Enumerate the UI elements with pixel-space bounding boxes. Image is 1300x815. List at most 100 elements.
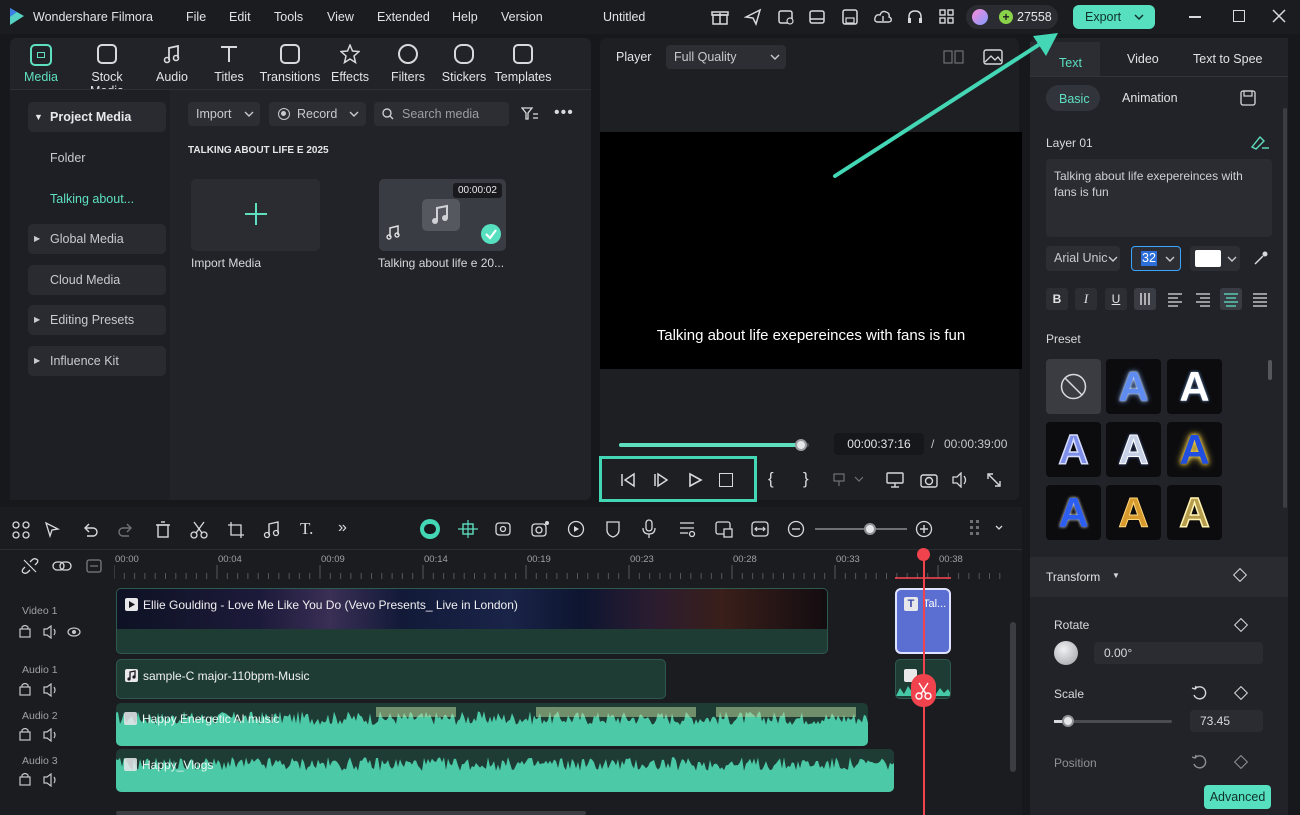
ai-mate-icon[interactable] bbox=[420, 519, 440, 539]
preset-white-outline[interactable]: A bbox=[1167, 359, 1222, 414]
minimize-icon[interactable] bbox=[1189, 16, 1201, 18]
menu-edit[interactable]: Edit bbox=[229, 10, 251, 24]
previous-frame-icon[interactable] bbox=[620, 472, 636, 488]
preset-gold-glow[interactable]: A bbox=[1167, 422, 1222, 477]
rotate-keyframe-icon[interactable] bbox=[1233, 617, 1249, 633]
scale-slider-handle[interactable] bbox=[1062, 715, 1075, 727]
next-frame-icon[interactable] bbox=[653, 472, 669, 488]
text-color-picker[interactable] bbox=[1190, 246, 1240, 271]
tab-text-to-speech[interactable]: Text to Spee bbox=[1193, 52, 1263, 66]
text-content-input[interactable]: Talking about life exepereinces with fan… bbox=[1046, 159, 1272, 237]
auto-caption-icon[interactable] bbox=[495, 520, 513, 538]
tab-effects[interactable]: Effects bbox=[318, 44, 382, 84]
preset-none[interactable] bbox=[1046, 359, 1101, 414]
split-scissors-button[interactable] bbox=[911, 674, 936, 707]
vertical-text-button[interactable] bbox=[1134, 288, 1156, 310]
close-icon[interactable] bbox=[1272, 9, 1286, 23]
audio-1-clip[interactable]: sample-C major-110bpm-Music bbox=[116, 659, 666, 699]
bold-button[interactable]: B bbox=[1046, 288, 1068, 310]
tab-video[interactable]: Video bbox=[1127, 52, 1159, 66]
progress-handle[interactable] bbox=[795, 439, 808, 451]
audio-3-clip[interactable]: Happy_Vlogs bbox=[116, 749, 894, 792]
record-dropdown[interactable]: Record bbox=[269, 102, 366, 126]
more-options-icon[interactable]: ••• bbox=[554, 104, 574, 122]
credits-badge[interactable]: + 27558 bbox=[966, 5, 1058, 29]
link-icon[interactable] bbox=[52, 559, 72, 573]
subtab-animation[interactable]: Animation bbox=[1122, 91, 1178, 105]
sidebar-item-cloud-media[interactable]: Cloud Media bbox=[28, 265, 166, 295]
scissors-icon[interactable] bbox=[190, 521, 208, 539]
filter-sort-icon[interactable] bbox=[521, 107, 539, 121]
sidebar-item-folder[interactable]: Folder bbox=[28, 143, 166, 173]
menu-help[interactable]: Help bbox=[452, 10, 478, 24]
zoom-in-icon[interactable] bbox=[915, 520, 933, 538]
property-panel-scrollbar[interactable] bbox=[1283, 108, 1287, 508]
media-task-icon[interactable] bbox=[777, 8, 795, 26]
ai-text-edit-icon[interactable] bbox=[1250, 134, 1270, 150]
align-justify-icon[interactable] bbox=[1249, 288, 1271, 310]
align-left-icon[interactable] bbox=[1164, 288, 1186, 310]
playback-progress-bar[interactable] bbox=[619, 439, 809, 451]
undo-icon[interactable] bbox=[81, 521, 99, 539]
tab-filters[interactable]: Filters bbox=[376, 44, 440, 84]
transform-section-header[interactable]: Transform ▼ bbox=[1030, 557, 1288, 597]
camera-icon[interactable] bbox=[920, 472, 938, 488]
quality-dropdown[interactable]: Full Quality bbox=[666, 45, 786, 69]
position-reset-icon[interactable] bbox=[1191, 754, 1207, 770]
zoom-slider-handle[interactable] bbox=[864, 523, 877, 535]
display-icon[interactable] bbox=[886, 472, 904, 488]
tab-titles[interactable]: Titles bbox=[196, 44, 262, 84]
zoom-slider[interactable] bbox=[815, 523, 907, 535]
tab-media[interactable]: Media bbox=[8, 44, 74, 84]
font-family-dropdown[interactable]: Arial Unic bbox=[1046, 246, 1120, 271]
menu-tools[interactable]: Tools bbox=[274, 10, 303, 24]
delete-icon[interactable] bbox=[155, 521, 171, 539]
reset-icon[interactable] bbox=[1191, 685, 1207, 701]
mark-out-icon[interactable]: } bbox=[803, 469, 809, 489]
keyframe-icon[interactable] bbox=[1232, 567, 1248, 583]
speed-icon[interactable] bbox=[567, 520, 585, 538]
audio-2-clip[interactable]: Happy Energetic AI music bbox=[116, 703, 868, 746]
snap-icon[interactable] bbox=[458, 520, 478, 538]
preset-yellow-outline[interactable]: A bbox=[1167, 485, 1222, 540]
menu-file[interactable]: File bbox=[186, 10, 206, 24]
align-right-icon[interactable] bbox=[1192, 288, 1214, 310]
marker-icon[interactable] bbox=[833, 473, 863, 487]
import-dropdown[interactable]: Import bbox=[188, 102, 260, 126]
tab-templates[interactable]: Templates bbox=[490, 44, 556, 84]
layout-grid-icon[interactable] bbox=[12, 521, 30, 539]
crop-icon[interactable] bbox=[227, 521, 245, 539]
sidebar-item-global-media[interactable]: ▶ Global Media bbox=[28, 224, 166, 254]
underline-button[interactable]: U bbox=[1105, 288, 1127, 310]
scale-slider[interactable] bbox=[1054, 715, 1172, 727]
ai-effects-icon[interactable] bbox=[531, 520, 551, 538]
sidebar-item-influence-kit[interactable]: ▶ Influence Kit bbox=[28, 346, 166, 376]
eyedropper-icon[interactable] bbox=[1253, 250, 1269, 266]
preset-gold[interactable]: A bbox=[1106, 485, 1161, 540]
picture-in-picture-icon[interactable] bbox=[715, 520, 733, 538]
maximize-icon[interactable] bbox=[1233, 10, 1245, 22]
save-icon[interactable] bbox=[841, 8, 859, 26]
mark-in-icon[interactable]: { bbox=[768, 469, 774, 489]
more-tools-icon[interactable]: » bbox=[338, 519, 347, 537]
media-item-thumbnail[interactable]: 00:00:02 bbox=[379, 179, 506, 251]
import-media-tile[interactable] bbox=[191, 179, 320, 251]
timeline-horizontal-scrollbar[interactable] bbox=[116, 811, 586, 815]
layout-icon[interactable] bbox=[808, 8, 826, 26]
preset-scrollbar[interactable] bbox=[1268, 360, 1272, 380]
video-clip[interactable]: Ellie Goulding - Love Me Like You Do (Ve… bbox=[116, 588, 828, 654]
fit-width-icon[interactable] bbox=[751, 520, 769, 538]
unlink-icon[interactable] bbox=[21, 557, 39, 575]
search-input[interactable]: Search media bbox=[374, 102, 509, 126]
fullscreen-icon[interactable] bbox=[986, 472, 1002, 488]
timeline-ruler[interactable]: 00:00 00:04 00:09 00:14 00:19 00:23 00:28 00:33… bbox=[114, 551, 1008, 579]
scale-input[interactable]: 73.45 bbox=[1190, 710, 1263, 732]
tab-stickers[interactable]: Stickers bbox=[432, 44, 496, 84]
menu-version[interactable]: Version bbox=[501, 10, 543, 24]
preset-blue-solid[interactable]: A bbox=[1046, 485, 1101, 540]
preset-purple-outline[interactable]: A bbox=[1046, 422, 1101, 477]
menu-extended[interactable]: Extended bbox=[377, 10, 430, 24]
export-button[interactable]: Export bbox=[1073, 5, 1155, 29]
send-icon[interactable] bbox=[744, 8, 762, 26]
menu-view[interactable]: View bbox=[327, 10, 354, 24]
